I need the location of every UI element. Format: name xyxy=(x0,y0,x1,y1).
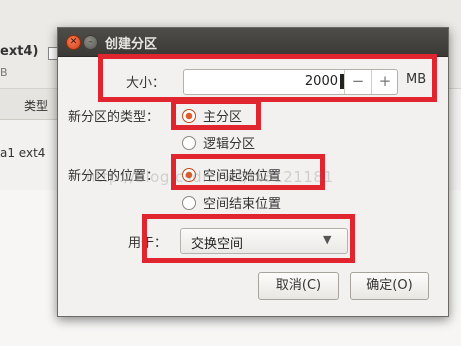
table-row[interactable]: a1 ext4 xyxy=(0,146,45,160)
highlight-size xyxy=(98,54,437,102)
close-icon[interactable]: ✕ xyxy=(66,35,81,50)
highlight-partition-type xyxy=(171,99,261,130)
column-type[interactable]: 类型 xyxy=(24,97,48,114)
location-end-label[interactable]: 空间结束位置 xyxy=(203,193,281,212)
radio-location-end[interactable] xyxy=(182,196,196,210)
background-partition-title: ext4) xyxy=(0,44,39,59)
radio-logical-partition[interactable] xyxy=(182,136,196,150)
dialog-title: 创建分区 xyxy=(105,37,158,52)
cancel-button[interactable]: 取消(C) xyxy=(258,272,339,300)
background-partition-sub: B xyxy=(0,66,8,79)
minimize-icon[interactable]: – xyxy=(83,35,98,50)
watermark-text: http://blog.csdn.net/lx8121181 xyxy=(86,168,334,186)
dialog-titlebar: ✕ – 创建分区 xyxy=(58,28,448,57)
partition-type-label: 新分区的类型： xyxy=(68,110,160,125)
logical-partition-label[interactable]: 逻辑分区 xyxy=(203,133,255,152)
highlight-use-for xyxy=(142,214,355,263)
ok-button[interactable]: 确定(O) xyxy=(350,272,429,300)
